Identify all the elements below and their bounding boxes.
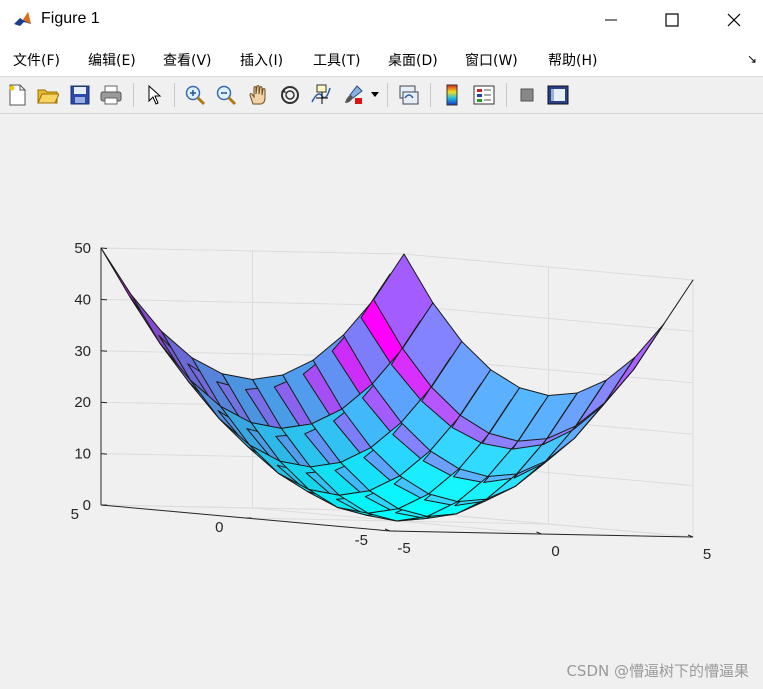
x-tick-label: -5 [397, 540, 410, 557]
y-tick-label: 5 [71, 506, 79, 523]
surface-patch [633, 279, 694, 370]
dock-arrow-icon[interactable]: ↘ [747, 52, 757, 66]
close-button[interactable] [711, 0, 757, 40]
menu-insert[interactable]: 插入(I) [240, 50, 283, 70]
toolbar-separator [133, 83, 134, 107]
open-file-icon[interactable] [35, 82, 61, 108]
window-title: Figure 1 [41, 10, 100, 27]
toolbar-separator [174, 83, 175, 107]
surface-plot-axes[interactable]: 01020304050-5 0 5-505 [0, 114, 763, 689]
pan-hand-icon[interactable] [245, 82, 271, 108]
minimize-icon [605, 19, 617, 21]
z-tick-label: 0 [83, 497, 91, 514]
watermark-text: CSDN @懵逼树下的懵逼果 [566, 662, 749, 680]
new-figure-icon[interactable] [4, 82, 30, 108]
z-tick-mark [100, 298, 108, 301]
x-tick-label: 0 [551, 543, 559, 560]
y-tick-label: 0 [215, 519, 223, 536]
print-icon[interactable] [98, 82, 124, 108]
maximize-icon [665, 13, 679, 27]
toolbar-separator [506, 83, 507, 107]
toolbar-separator [387, 83, 388, 107]
z-tick-mark [100, 453, 108, 455]
x-tick-label: 5 [703, 546, 711, 563]
brush-dropdown-icon[interactable] [368, 82, 382, 108]
z-tick-label: 10 [74, 446, 91, 463]
data-cursor-icon[interactable] [308, 82, 334, 108]
menu-file[interactable]: 文件(F) [13, 50, 60, 70]
menu-edit[interactable]: 编辑(E) [88, 50, 136, 70]
surface-mesh [100, 247, 694, 522]
select-pointer-icon[interactable] [141, 82, 167, 108]
toolbar-separator [430, 83, 431, 107]
z-tick-mark [100, 401, 108, 404]
legend-icon[interactable] [471, 82, 497, 108]
rotate-3d-icon[interactable] [277, 82, 303, 108]
z-tick-label: 30 [74, 343, 91, 360]
z-tick-mark [100, 247, 108, 249]
zoom-out-icon[interactable] [213, 82, 239, 108]
colorbar-icon[interactable] [439, 82, 465, 108]
z-tick-label: 50 [74, 240, 91, 257]
show-plot-tools-icon[interactable] [545, 82, 571, 108]
maximize-button[interactable] [649, 0, 695, 40]
surface-patch [604, 323, 665, 404]
menu-window[interactable]: 窗口(W) [465, 50, 518, 70]
menu-bar: 文件(F) 编辑(E) 查看(V) 插入(I) 工具(T) 桌面(D) 窗口(W… [0, 40, 763, 77]
link-plot-icon[interactable] [396, 82, 422, 108]
figure-canvas[interactable]: 0 10 20 30 40 50 -5 0 5 -5 0 5 [0, 114, 763, 689]
menu-help[interactable]: 帮助(H) [548, 50, 597, 70]
menu-tools[interactable]: 工具(T) [313, 50, 360, 70]
zoom-in-icon[interactable] [182, 82, 208, 108]
z-tick-mark [100, 350, 108, 352]
title-bar: Figure 1 [0, 0, 763, 40]
save-icon[interactable] [67, 82, 93, 108]
menu-view[interactable]: 查看(V) [163, 50, 212, 70]
z-tick-label: 40 [74, 291, 91, 308]
minimize-button[interactable] [588, 0, 634, 40]
z-tick-label: 20 [74, 394, 91, 411]
close-icon [727, 13, 741, 27]
brush-icon[interactable] [340, 82, 366, 108]
y-tick-label: -5 [355, 532, 368, 549]
hide-plot-tools-icon[interactable] [514, 82, 540, 108]
figure-toolbar [0, 77, 763, 114]
matlab-logo-icon [12, 9, 32, 29]
menu-desktop[interactable]: 桌面(D) [388, 50, 438, 70]
